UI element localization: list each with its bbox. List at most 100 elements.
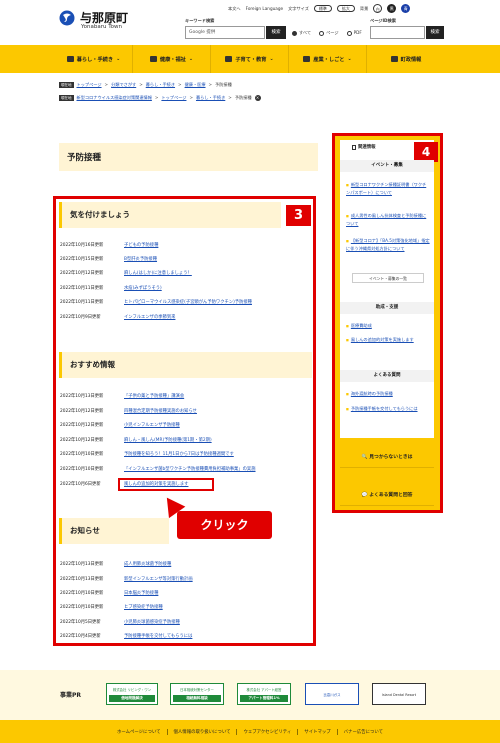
section-heading-careful: 気を付けましょう: [59, 202, 281, 228]
sidebar-heading-faq: よくある質問: [340, 370, 434, 382]
list-item: 2022年10月13日更新 新型インフルエンザ等対策行動計画: [60, 577, 193, 582]
radio-page[interactable]: ページ: [319, 30, 339, 36]
event-list-button[interactable]: イベント・募集の一覧: [352, 273, 424, 283]
footer-link[interactable]: 個人情報の取り扱いについて: [166, 728, 237, 735]
list-item: 2022年10月11日更新 水痘(みずぼうそう): [60, 286, 162, 291]
sidebar-link[interactable]: 風しんの追加的対策を実施します: [346, 336, 430, 344]
list-item: 2022年10月10日更新 「インフルエンザ菌b型ワクチン予防接種費用負担補助事業…: [60, 467, 256, 472]
list-item: 2022年10月10日更新 ヒブ感染症予防接種: [60, 605, 163, 610]
breadcrumb-link[interactable]: 暮らし・手続き: [146, 82, 175, 88]
site-footer: ホームページについて 個人情報の取り扱いについて ウェブアクセシビリティ サイト…: [0, 720, 500, 743]
sidebar-link[interactable]: 予防接種手帳を交付してもらうには: [346, 405, 430, 413]
list-item: 2022年10月9日更新 インフルエンザの季節到来: [60, 315, 176, 320]
pr-banner[interactable]: 比嘉川ガス: [305, 683, 359, 705]
site-logo-subtitle: Yonabaru Town: [81, 24, 122, 30]
pr-banner[interactable]: 株式会社 リビング・ワン 借地問題解決: [106, 683, 158, 705]
annotation-badge-3: 3: [286, 205, 311, 226]
nav-childcare[interactable]: 子育て・教育 ⌄: [211, 45, 289, 73]
building-icon: [390, 56, 398, 62]
breadcrumb-current: 予防接種: [215, 81, 232, 87]
site-header: 与那原町 Yonabaru Town 本文へ Foreign Language …: [0, 0, 500, 45]
chevron-down-icon: ⌄: [188, 56, 194, 62]
click-callout: クリック: [177, 511, 272, 539]
chevron-down-icon: ⌄: [269, 56, 274, 62]
bg-black-button[interactable]: 黒: [387, 4, 397, 13]
footer-link[interactable]: バナー広告について: [336, 728, 389, 735]
radio-pdf[interactable]: PDF: [346, 30, 362, 36]
breadcrumb-current: 予防接種: [234, 94, 252, 100]
sidebar-link[interactable]: 成人男性の風しん抗体検査と予防接種について: [346, 212, 430, 227]
briefcase-icon: [303, 56, 311, 62]
section-heading-notices: お知らせ: [59, 518, 169, 544]
nav-health[interactable]: 健康・福祉 ⌄: [133, 45, 211, 73]
global-nav: 暮らし・手続き ⌄ 健康・福祉 ⌄ 子育て・教育 ⌄ 産業・しごと ⌄ 町政情報: [0, 45, 500, 73]
footer-link[interactable]: サイトマップ: [297, 728, 336, 735]
breadcrumb: 現在地 新型コロナウイルス感染症対策関連情報 > トップページ > 暮らし・手続き >…: [59, 94, 261, 101]
background-label: 背景: [359, 5, 369, 11]
breadcrumb: 現在地 トップページ > 分類でさがす > 暮らし・手続き > 健康・医療 > 予防接種: [59, 81, 232, 88]
page-title: 予防接種: [59, 143, 318, 171]
breadcrumb-tag: 現在地: [59, 81, 74, 88]
town-emblem-icon[interactable]: [59, 10, 75, 26]
footer-link[interactable]: ウェブアクセシビリティ: [236, 728, 297, 735]
keyword-search-button[interactable]: 検索: [266, 26, 286, 39]
sidebar-link[interactable]: 新型コロナワクチン接種証明書（ワクチンパスポート）について: [346, 181, 430, 196]
breadcrumb-link[interactable]: 健康・医療: [185, 82, 206, 88]
chevron-down-icon: ⌄: [347, 56, 352, 62]
font-large-button[interactable]: 拡大: [336, 5, 355, 12]
breadcrumb-link[interactable]: 分類でさがす: [111, 82, 136, 88]
radio-all[interactable]: すべて: [292, 30, 311, 36]
list-item: 2022年10月13日更新 「子供の薬と予防接種」講演会: [60, 394, 185, 399]
pr-label: 事業PR: [60, 692, 82, 699]
chevron-down-icon: ⌄: [116, 56, 121, 62]
not-found-button[interactable]: 🔍 見つからないときは: [340, 448, 434, 468]
breadcrumb-link[interactable]: 新型コロナウイルス感染症対策関連情報: [77, 95, 152, 101]
list-item: 2022年10月15日更新 B型肝炎予防接種: [60, 257, 158, 262]
font-size-label: 文字サイズ: [288, 5, 309, 11]
list-item: 2022年10月5日更新 小児肺炎球菌感染症予防接種: [60, 620, 180, 625]
list-item: 2022年10月12日更新 麻しん・風しん(MR)予防接種(第1期・第2期): [60, 438, 212, 443]
sidebar-link[interactable]: 医療費助成: [346, 322, 430, 330]
sidebar-link[interactable]: 海外渡航時の予防接種: [346, 390, 430, 398]
pr-banner[interactable]: Island Dental Resort: [372, 683, 426, 705]
keyword-search-input[interactable]: Google 提供: [185, 26, 265, 39]
sidebar-link[interactable]: 【新型コロナ】「BA.5対策強化地域」指定に伴う沖縄県対処方針について: [346, 237, 430, 252]
pr-banner[interactable]: 日本相続対策センター 相続無料相談: [170, 683, 224, 705]
breadcrumb-link[interactable]: 暮らし・手続き: [196, 95, 225, 101]
annotation-badge-4: 4: [414, 142, 438, 162]
bg-white-button[interactable]: 白: [373, 4, 383, 13]
list-item: 2022年10月13日更新 成人用肺炎球菌予防接種: [60, 562, 172, 567]
breadcrumb-tag: 現在地: [59, 94, 74, 101]
footer-link[interactable]: ホームページについて: [111, 729, 167, 735]
close-icon[interactable]: ×: [254, 94, 261, 101]
sidebar-heading-subsidy: 助成・支援: [340, 302, 434, 314]
breadcrumb-link[interactable]: トップページ: [77, 82, 102, 88]
list-item: 2022年10月12日更新 小児インフルエンザ予防接種: [60, 423, 180, 428]
keyword-search-label: キーワード検索: [185, 18, 215, 23]
list-item: 2022年10月10日更新 日本脳炎予防接種: [60, 591, 159, 596]
bg-blue-button[interactable]: 青: [401, 4, 411, 13]
font-standard-button[interactable]: 標準: [313, 5, 332, 12]
nav-industry[interactable]: 産業・しごと ⌄: [289, 45, 367, 73]
book-icon: [225, 56, 233, 62]
page-id-search-button[interactable]: 検索: [426, 26, 444, 39]
search-scope-radios: すべて ページ PDF: [292, 30, 362, 36]
pr-banner[interactable]: 株式会社 アパート経営 アパート管理料1%: [237, 683, 291, 705]
nav-living[interactable]: 暮らし・手続き ⌄: [55, 45, 133, 73]
page-id-input[interactable]: [370, 26, 425, 39]
foreign-language-link[interactable]: Foreign Language: [246, 6, 284, 11]
list-item: 2022年10月12日更新 四種混合定期予防接種実施のお知らせ: [60, 409, 197, 414]
page-id-search-label: ページID検索: [370, 18, 396, 23]
faq-button[interactable]: 💬 よくある質問と回答: [340, 486, 434, 506]
skip-to-content-link[interactable]: 本文へ: [228, 6, 241, 12]
click-target-highlight: [118, 478, 214, 491]
list-item: 2022年10月12日更新 麻しん(はしか)に注意しましょう！: [60, 271, 192, 276]
related-info-heading: 関連情報: [352, 144, 376, 150]
breadcrumb-link[interactable]: トップページ: [161, 95, 186, 101]
document-icon: [352, 144, 356, 150]
list-item: 2022年10月4日更新 予防接種手帳を交付してもらうには: [60, 634, 193, 639]
utility-bar: 本文へ Foreign Language 文字サイズ 標準 拡大 背景 白 黒 …: [228, 4, 411, 13]
nav-town-admin[interactable]: 町政情報: [367, 45, 445, 73]
section-heading-recommended: おすすめ情報: [59, 352, 312, 378]
list-item: 2022年10月10日更新 予防接種を知ろう！11月1日から7日は予防接種週間です: [60, 452, 234, 457]
